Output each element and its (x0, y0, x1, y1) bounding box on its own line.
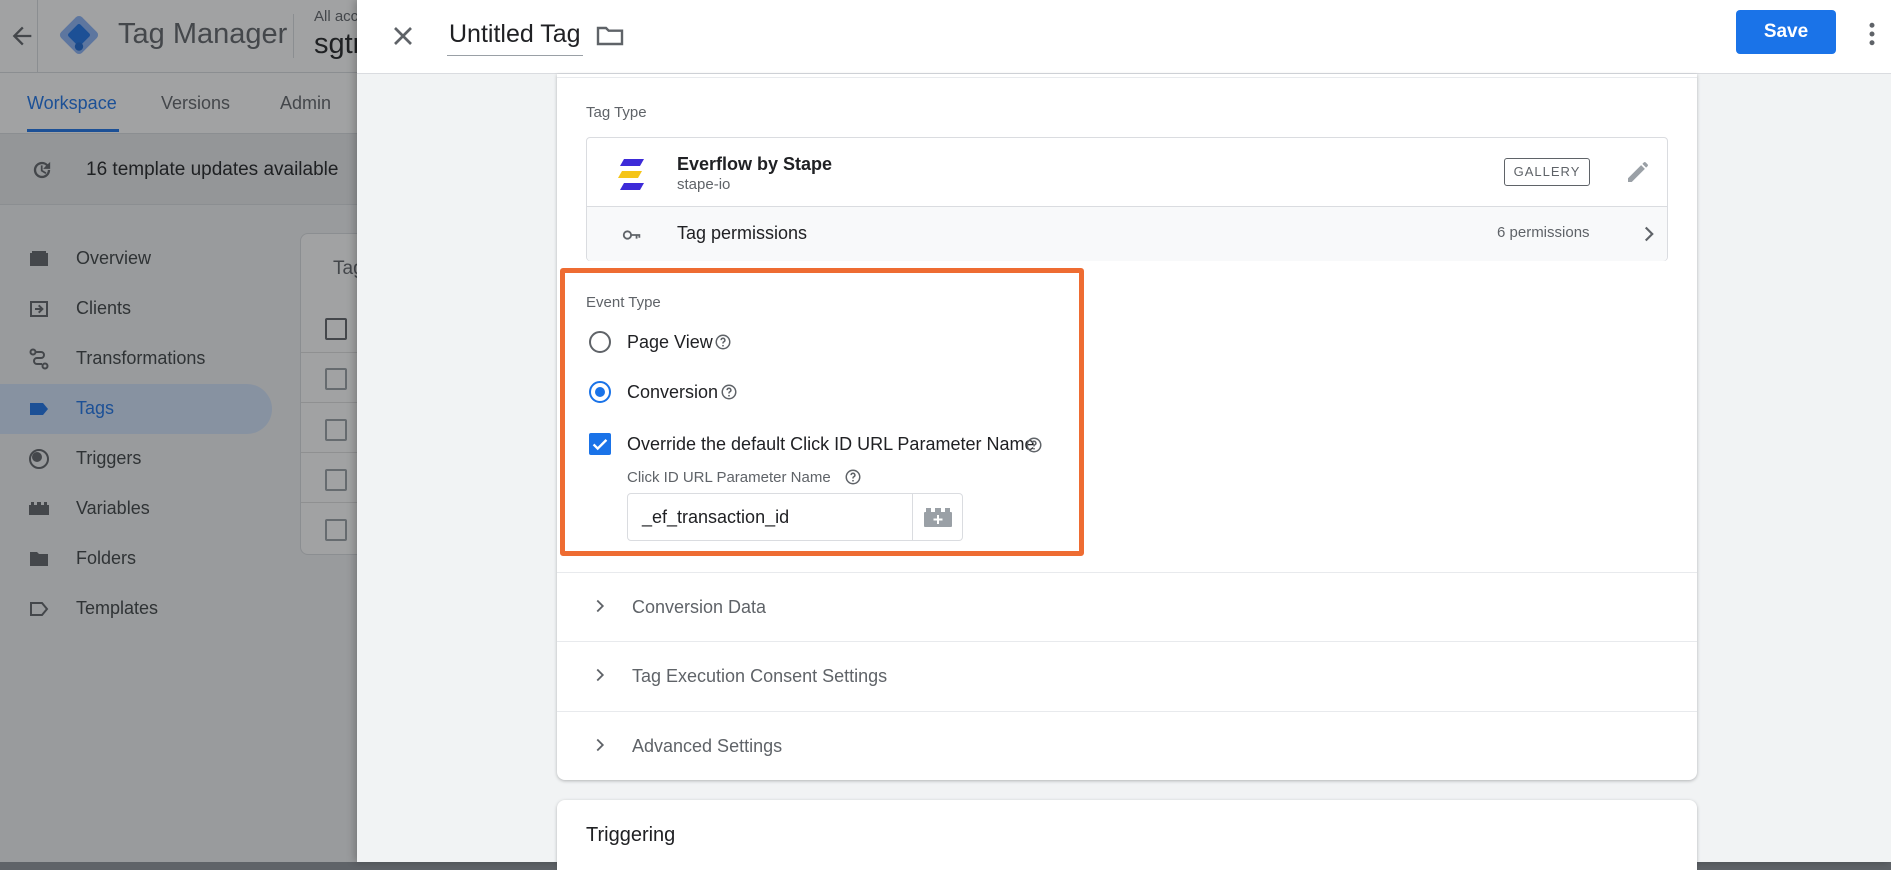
conversion-radio[interactable] (589, 381, 611, 403)
help-icon[interactable] (720, 383, 738, 401)
tag-type-label: Tag Type (586, 104, 647, 121)
chevron-right-icon (596, 668, 605, 682)
help-icon[interactable] (844, 468, 862, 486)
stape-logo-icon (618, 159, 644, 190)
override-click-id-checkbox[interactable] (589, 433, 611, 455)
tag-editor-header: Untitled Tag Save (357, 0, 1891, 74)
tag-permissions-label: Tag permissions (677, 223, 808, 243)
chevron-right-icon (596, 738, 605, 752)
override-click-id-label: Override the default Click ID URL Parame… (627, 434, 1035, 454)
event-type-label: Event Type (586, 294, 661, 311)
chevron-right-icon (1644, 226, 1654, 242)
click-id-param-input[interactable]: _ef_transaction_id (627, 493, 913, 541)
chevron-right-icon (596, 599, 605, 613)
tag-type-box: Everflow by Stape stape-io GALLERY Tag p… (586, 137, 1668, 261)
template-vendor: stape-io (677, 176, 731, 193)
gallery-badge: GALLERY (1504, 158, 1590, 186)
help-icon[interactable] (1025, 436, 1043, 454)
advanced-settings-section[interactable]: Advanced Settings (557, 711, 1697, 780)
triggering-card[interactable]: Triggering (557, 800, 1697, 870)
permissions-count: 6 permissions (1497, 224, 1590, 241)
close-icon[interactable] (387, 20, 419, 52)
template-name: Everflow by Stape (677, 154, 833, 174)
tag-type-selector[interactable]: Everflow by Stape stape-io GALLERY (587, 138, 1667, 206)
triggering-title: Triggering (586, 824, 676, 846)
edit-pencil-icon[interactable] (1623, 157, 1653, 187)
folder-icon[interactable] (594, 20, 626, 52)
insert-variable-button[interactable] (913, 493, 963, 541)
variable-brick-icon (924, 508, 952, 527)
checkmark-icon (592, 439, 608, 451)
tag-name-input[interactable]: Untitled Tag (447, 17, 583, 56)
section-title: Tag Execution Consent Settings (632, 666, 888, 686)
more-vert-icon[interactable] (1857, 18, 1887, 50)
key-icon (622, 230, 641, 240)
help-icon[interactable] (714, 333, 732, 351)
conversion-label: Conversion (627, 382, 719, 402)
tag-permissions-row[interactable]: Tag permissions 6 permissions (587, 206, 1667, 261)
page-view-radio[interactable] (589, 331, 611, 353)
consent-settings-section[interactable]: Tag Execution Consent Settings (557, 641, 1697, 710)
section-title: Conversion Data (632, 597, 767, 617)
tag-configuration-card: Tag Type Everflow by Stape stape-io GALL… (557, 74, 1697, 780)
save-button[interactable]: Save (1736, 10, 1836, 54)
conversion-data-section[interactable]: Conversion Data (557, 572, 1697, 641)
page-view-label: Page View (627, 332, 713, 352)
click-id-param-label: Click ID URL Parameter Name (627, 469, 831, 486)
divider (557, 77, 1697, 78)
section-title: Advanced Settings (632, 736, 783, 756)
